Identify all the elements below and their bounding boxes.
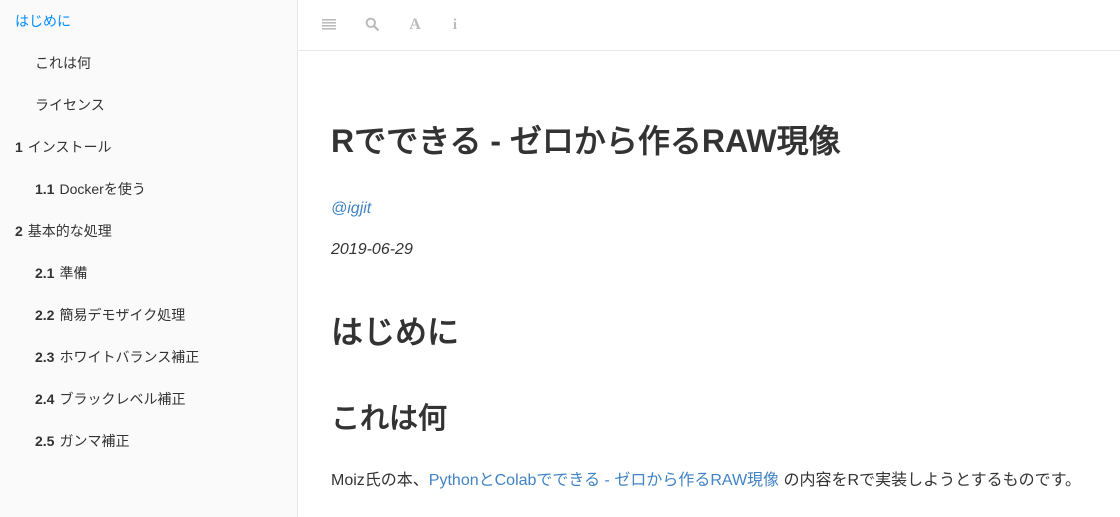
- sidebar-item-label: 準備: [59, 265, 88, 281]
- sidebar-item[interactable]: これは何: [0, 42, 297, 84]
- sidebar-item[interactable]: はじめに: [0, 0, 297, 42]
- sidebar-item-label: はじめに: [15, 13, 71, 29]
- sidebar-item-label: これは何: [35, 55, 91, 71]
- sidebar-item[interactable]: 2.2 簡易デモザイク処理: [0, 294, 297, 336]
- sidebar-item-number: 2.4: [35, 391, 55, 407]
- sidebar-item-label: ガンマ補正: [59, 433, 130, 449]
- sidebar-item-label: 基本的な処理: [27, 223, 112, 239]
- sidebar-item[interactable]: 1.1 Dockerを使う: [0, 168, 297, 210]
- book-link[interactable]: PythonとColabでできる - ゼロから作るRAW現像: [429, 472, 779, 489]
- sidebar-item[interactable]: 2.1 準備: [0, 252, 297, 294]
- paragraph-text-after: の内容をRで実装しようとするものです。: [779, 472, 1081, 489]
- sidebar-item-number: 2.3: [35, 349, 55, 365]
- menu-icon[interactable]: [314, 10, 344, 40]
- intro-paragraph: Moiz氏の本、PythonとColabでできる - ゼロから作るRAW現像 の…: [331, 470, 1081, 492]
- sidebar-item-label: Dockerを使う: [59, 181, 146, 197]
- sidebar-item-number: 1: [15, 139, 23, 155]
- sidebar-item[interactable]: ライセンス: [0, 84, 297, 126]
- sidebar-item-number: 2.5: [35, 433, 55, 449]
- search-icon[interactable]: [357, 10, 387, 40]
- sidebar-item[interactable]: 2.5 ガンマ補正: [0, 420, 297, 462]
- sidebar-item-label: 簡易デモザイク処理: [59, 307, 186, 323]
- page-title: Rでできる - ゼロから作るRAW現像: [331, 123, 841, 159]
- sidebar-item[interactable]: 1 インストール: [0, 126, 297, 168]
- sidebar-item[interactable]: 2 基本的な処理: [0, 210, 297, 252]
- paragraph-text-before: Moiz氏の本、: [331, 472, 429, 489]
- sidebar-item-number: 1.1: [35, 181, 55, 197]
- author-link[interactable]: @igjit: [331, 200, 371, 218]
- sidebar-item-label: ブラックレベル補正: [59, 391, 186, 407]
- subsection-heading: これは何: [331, 403, 448, 435]
- font-settings-icon[interactable]: A: [400, 10, 430, 40]
- sidebar-item-number: 2.1: [35, 265, 55, 281]
- sidebar-item-number: 2: [15, 223, 23, 239]
- sidebar: はじめに これは何 ライセンス 1 インストール 1.1 Dockerを使う 2 基本的な処理 2…: [0, 0, 298, 517]
- section-heading: はじめに: [331, 314, 460, 350]
- sidebar-item-label: インストール: [27, 139, 112, 155]
- table-of-contents: はじめに これは何 ライセンス 1 インストール 1.1 Dockerを使う 2 基本的な処理 2…: [0, 0, 297, 462]
- sidebar-item[interactable]: 2.4 ブラックレベル補正: [0, 378, 297, 420]
- sidebar-item-label: ホワイトバランス補正: [59, 349, 200, 365]
- sidebar-item-label: ライセンス: [35, 97, 105, 113]
- sidebar-item-number: 2.2: [35, 307, 55, 323]
- info-icon[interactable]: i: [440, 10, 470, 40]
- toolbar: A i: [299, 0, 1120, 51]
- publish-date: 2019-06-29: [331, 241, 413, 258]
- sidebar-item[interactable]: 2.3 ホワイトバランス補正: [0, 336, 297, 378]
